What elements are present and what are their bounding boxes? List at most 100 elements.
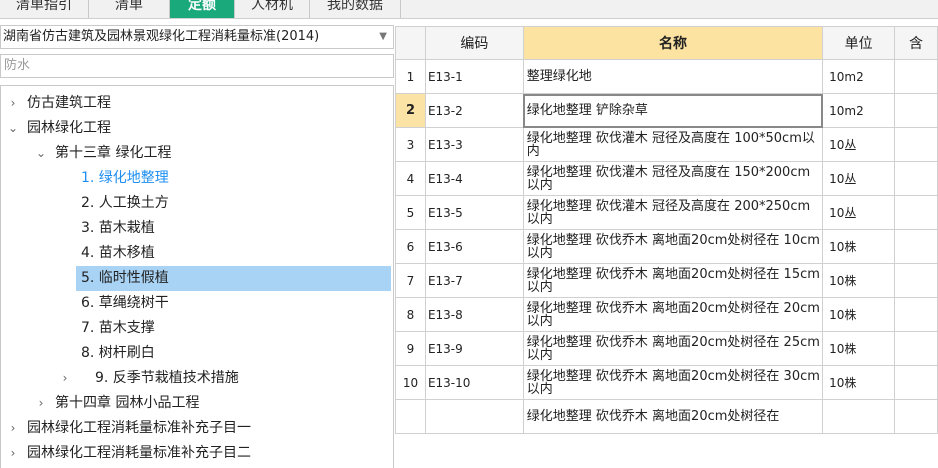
table-row[interactable]: 9 E13-9 绿化地整理 砍伐乔木 离地面20cm处树径在 25cm以内 10株 [395, 331, 938, 366]
row-index-cell[interactable]: 5 [395, 195, 426, 230]
tab-my-data[interactable]: 我的数据 [310, 0, 401, 18]
name-cell[interactable]: 绿化地整理 砍伐乔木 离地面20cm处树径在 20cm以内 [522, 297, 824, 332]
chevron-right-icon[interactable]: › [59, 366, 71, 391]
name-cell[interactable]: 绿化地整理 砍伐灌木 冠径及高度在 200*250cm以内 [522, 195, 824, 230]
row-index-cell[interactable]: 6 [395, 229, 426, 264]
code-cell[interactable]: E13-5 [424, 195, 524, 230]
content-cell[interactable] [894, 127, 938, 162]
content-cell[interactable] [894, 161, 938, 196]
table-row[interactable]: 1 E13-1 整理绿化地 10m2 [395, 59, 938, 94]
name-cell[interactable]: 绿化地整理 砍伐灌木 冠径及高度在 150*200cm以内 [522, 161, 824, 196]
col-header-code[interactable]: 编码 [424, 26, 524, 60]
tree-node[interactable]: 3. 苗木栽植 [1, 216, 391, 241]
row-index-cell[interactable]: 9 [395, 331, 426, 366]
name-cell[interactable]: 绿化地整理 砍伐灌木 冠径及高度在 100*50cm以内 [522, 127, 824, 162]
chevron-down-icon[interactable]: ▼ [379, 26, 387, 48]
content-cell[interactable] [894, 365, 938, 400]
chevron-down-icon[interactable]: ⌄ [7, 116, 19, 141]
unit-cell[interactable]: 10株 [822, 331, 896, 366]
table-row[interactable]: 5 E13-5 绿化地整理 砍伐灌木 冠径及高度在 200*250cm以内 10丛 [395, 195, 938, 230]
col-header-index[interactable] [395, 26, 426, 60]
tab-list-guide[interactable]: 清单指引 [0, 0, 89, 18]
tree-node[interactable]: 6. 草绳绕树干 [1, 291, 391, 316]
row-index-cell[interactable]: 1 [395, 59, 426, 94]
code-cell[interactable] [424, 399, 524, 434]
name-cell[interactable]: 整理绿化地 [522, 59, 824, 94]
col-header-content[interactable]: 含 [894, 26, 938, 60]
filter-input[interactable]: 防水 [0, 54, 394, 78]
name-cell[interactable]: 绿化地整理 铲除杂草 [522, 93, 824, 128]
unit-cell[interactable]: 10丛 [822, 161, 896, 196]
tree-node[interactable]: 8. 树杆刷白 [1, 341, 391, 366]
row-index-cell[interactable]: 10 [395, 365, 426, 400]
content-cell[interactable] [894, 263, 938, 298]
unit-cell[interactable]: 10丛 [822, 195, 896, 230]
unit-cell[interactable]: 10m2 [822, 59, 896, 94]
tree-node[interactable]: › 园林绿化工程消耗量标准补充子目一 [1, 416, 391, 441]
unit-cell[interactable]: 10株 [822, 365, 896, 400]
row-index-cell[interactable]: 4 [395, 161, 426, 196]
row-index-cell[interactable] [395, 399, 426, 434]
name-cell[interactable]: 绿化地整理 砍伐乔木 离地面20cm处树径在 15cm以内 [522, 263, 824, 298]
chevron-right-icon[interactable]: › [35, 391, 47, 416]
table-row[interactable]: 7 E13-7 绿化地整理 砍伐乔木 离地面20cm处树径在 15cm以内 10株 [395, 263, 938, 298]
tab-quota[interactable]: 定额 [170, 0, 235, 18]
chevron-right-icon[interactable]: › [7, 441, 19, 466]
tree-node[interactable]: ⌄ 园林绿化工程 [1, 116, 391, 141]
code-cell[interactable]: E13-3 [424, 127, 524, 162]
unit-cell[interactable]: 10m2 [822, 93, 896, 128]
table-row[interactable]: 3 E13-3 绿化地整理 砍伐灌木 冠径及高度在 100*50cm以内 10丛 [395, 127, 938, 162]
code-cell[interactable]: E13-9 [424, 331, 524, 366]
chevron-right-icon[interactable]: › [7, 91, 19, 116]
tree-node[interactable]: › 园林绿化工程消耗量标准补充子目二 [1, 441, 391, 466]
code-cell[interactable]: E13-1 [424, 59, 524, 94]
tree-node[interactable]: 4. 苗木移植 [1, 241, 391, 266]
tree-node[interactable]: › 仿古建筑工程 [1, 91, 391, 116]
tree-node[interactable]: › 第十四章 园林小品工程 [1, 391, 391, 416]
tree-node[interactable]: ⌄ 第十三章 绿化工程 [1, 141, 391, 166]
table-row[interactable]: 4 E13-4 绿化地整理 砍伐灌木 冠径及高度在 150*200cm以内 10丛 [395, 161, 938, 196]
content-cell[interactable] [894, 93, 938, 128]
tree-node[interactable]: 2. 人工换土方 [1, 191, 391, 216]
col-header-name[interactable]: 名称 [522, 26, 824, 60]
tree-node[interactable]: › 9. 反季节栽植技术措施 [1, 366, 391, 391]
col-header-unit[interactable]: 单位 [822, 26, 896, 60]
code-cell[interactable]: E13-7 [424, 263, 524, 298]
name-cell[interactable]: 绿化地整理 砍伐乔木 离地面20cm处树径在 25cm以内 [522, 331, 824, 366]
code-cell[interactable]: E13-4 [424, 161, 524, 196]
code-cell[interactable]: E13-10 [424, 365, 524, 400]
code-cell[interactable]: E13-6 [424, 229, 524, 264]
chevron-down-icon[interactable]: ⌄ [35, 141, 47, 166]
library-select[interactable]: 湖南省仿古建筑及园林景观绿化工程消耗量标准(2014) ▼ [0, 25, 394, 49]
content-cell[interactable] [894, 59, 938, 94]
name-cell[interactable]: 绿化地整理 砍伐乔木 离地面20cm处树径在 [522, 399, 824, 434]
code-cell[interactable]: E13-2 [424, 93, 524, 128]
table-row[interactable]: 2 E13-2 绿化地整理 铲除杂草 10m2 [395, 93, 938, 128]
row-index-cell[interactable]: 7 [395, 263, 426, 298]
name-cell[interactable]: 绿化地整理 砍伐乔木 离地面20cm处树径在 30cm以内 [522, 365, 824, 400]
content-cell[interactable] [894, 195, 938, 230]
unit-cell[interactable] [822, 399, 896, 434]
table-row[interactable]: 10 E13-10 绿化地整理 砍伐乔木 离地面20cm处树径在 30cm以内 10株 [395, 365, 938, 400]
tree-node[interactable]: 7. 苗木支撑 [1, 316, 391, 341]
code-cell[interactable]: E13-8 [424, 297, 524, 332]
name-cell[interactable]: 绿化地整理 砍伐乔木 离地面20cm处树径在 10cm以内 [522, 229, 824, 264]
content-cell[interactable] [894, 297, 938, 332]
tree-node[interactable]: 5. 临时性假植 [1, 266, 391, 291]
row-index-cell[interactable]: 2 [395, 93, 426, 128]
content-cell[interactable] [894, 399, 938, 434]
table-row[interactable]: 绿化地整理 砍伐乔木 离地面20cm处树径在 [395, 399, 938, 434]
content-cell[interactable] [894, 331, 938, 366]
unit-cell[interactable]: 10株 [822, 263, 896, 298]
unit-cell[interactable]: 10丛 [822, 127, 896, 162]
tree-node[interactable]: 1. 绿化地整理 [1, 166, 391, 191]
row-index-cell[interactable]: 8 [395, 297, 426, 332]
row-index-cell[interactable]: 3 [395, 127, 426, 162]
content-cell[interactable] [894, 229, 938, 264]
unit-cell[interactable]: 10株 [822, 297, 896, 332]
unit-cell[interactable]: 10株 [822, 229, 896, 264]
tab-labor-material-machine[interactable]: 人材机 [235, 0, 310, 18]
tab-list[interactable]: 清单 [89, 0, 170, 18]
table-row[interactable]: 6 E13-6 绿化地整理 砍伐乔木 离地面20cm处树径在 10cm以内 10株 [395, 229, 938, 264]
chevron-right-icon[interactable]: › [7, 416, 19, 441]
